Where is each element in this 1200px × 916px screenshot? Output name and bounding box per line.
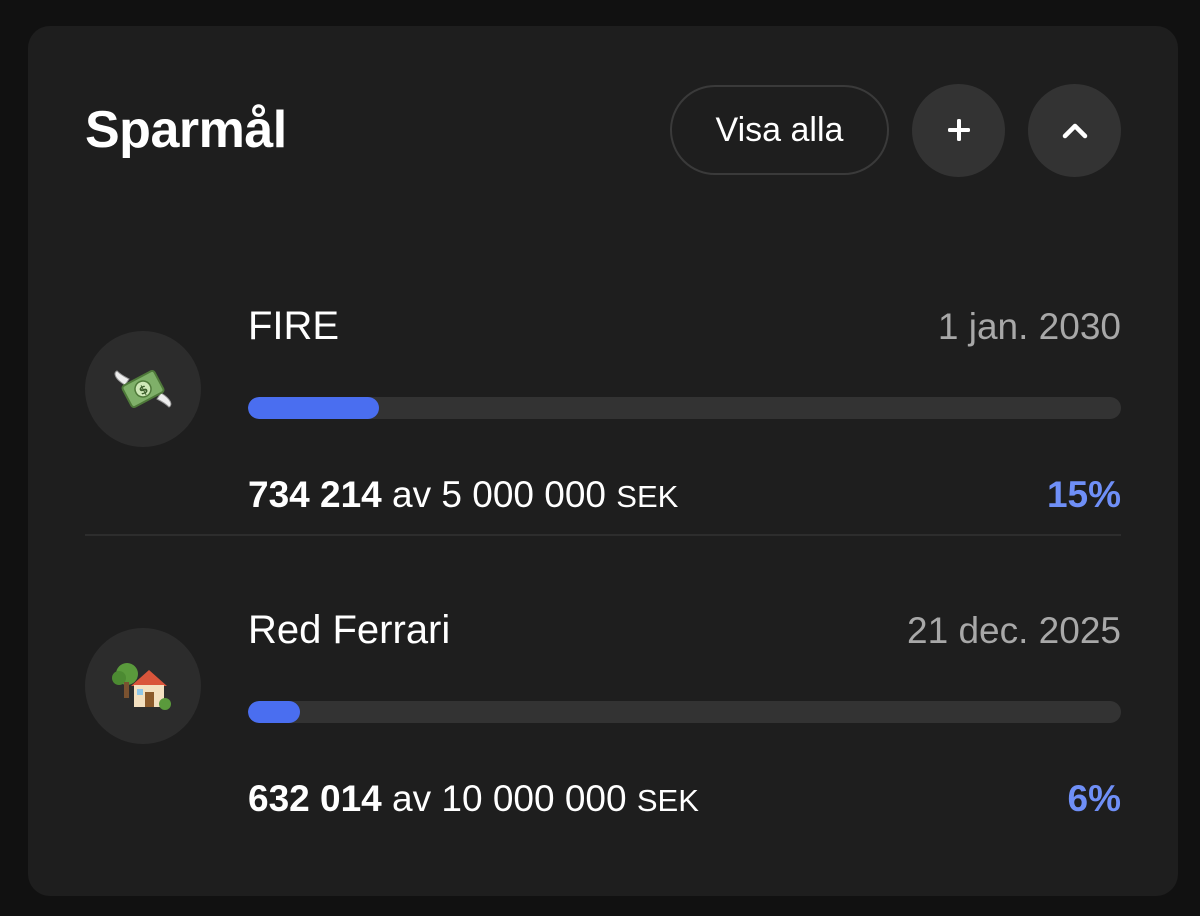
house-with-garden-icon (85, 628, 201, 744)
of-word: av (392, 778, 432, 819)
current-amount: 734 214 (248, 474, 382, 515)
goal-percent: 15% (1046, 474, 1121, 515)
target-amount: 10 000 000 (441, 778, 627, 819)
currency: SEK (616, 479, 679, 514)
of-word: av (392, 474, 432, 515)
goal-name: Red Ferrari (248, 608, 451, 652)
plus-icon (947, 119, 970, 141)
goal-item[interactable]: $ FIRE 1 jan. 2030 734 214 av 5 000 000 … (85, 276, 1121, 515)
chevron-up-icon (1062, 123, 1087, 139)
progress-bar (248, 701, 1121, 723)
card-header: Sparmål Visa alla (85, 83, 1121, 177)
goal-date: 21 dec. 2025 (907, 610, 1121, 651)
card-title: Sparmål (85, 101, 287, 159)
target-amount: 5 000 000 (441, 474, 606, 515)
header-actions: Visa alla (670, 83, 1121, 177)
goal-date: 1 jan. 2030 (937, 306, 1121, 347)
divider (85, 534, 1121, 536)
progress-fill (248, 701, 301, 723)
goal-amount: 734 214 av 5 000 000 SEK (248, 474, 678, 516)
currency: SEK (636, 783, 699, 818)
goal-amount: 632 014 av 10 000 000 SEK (248, 778, 699, 820)
progress-fill (248, 397, 379, 419)
goal-name: FIRE (248, 304, 340, 348)
progress-bar (248, 397, 1121, 419)
goal-details: FIRE 1 jan. 2030 734 214 av 5 000 000 SE… (248, 304, 1121, 524)
goal-percent: 6% (1067, 778, 1121, 819)
show-all-button[interactable]: Visa alla (670, 85, 889, 175)
collapse-button[interactable] (1028, 83, 1121, 177)
goal-details: Red Ferrari 21 dec. 2025 632 014 av 10 0… (248, 608, 1121, 828)
money-with-wings-icon: $ (85, 331, 201, 447)
add-goal-button[interactable] (912, 83, 1005, 177)
current-amount: 632 014 (248, 778, 382, 819)
goal-item[interactable]: Red Ferrari 21 dec. 2025 632 014 av 10 0… (85, 579, 1121, 819)
savings-goals-card: Sparmål Visa alla $ FIRE 1 jan. 2030 734… (28, 26, 1178, 896)
